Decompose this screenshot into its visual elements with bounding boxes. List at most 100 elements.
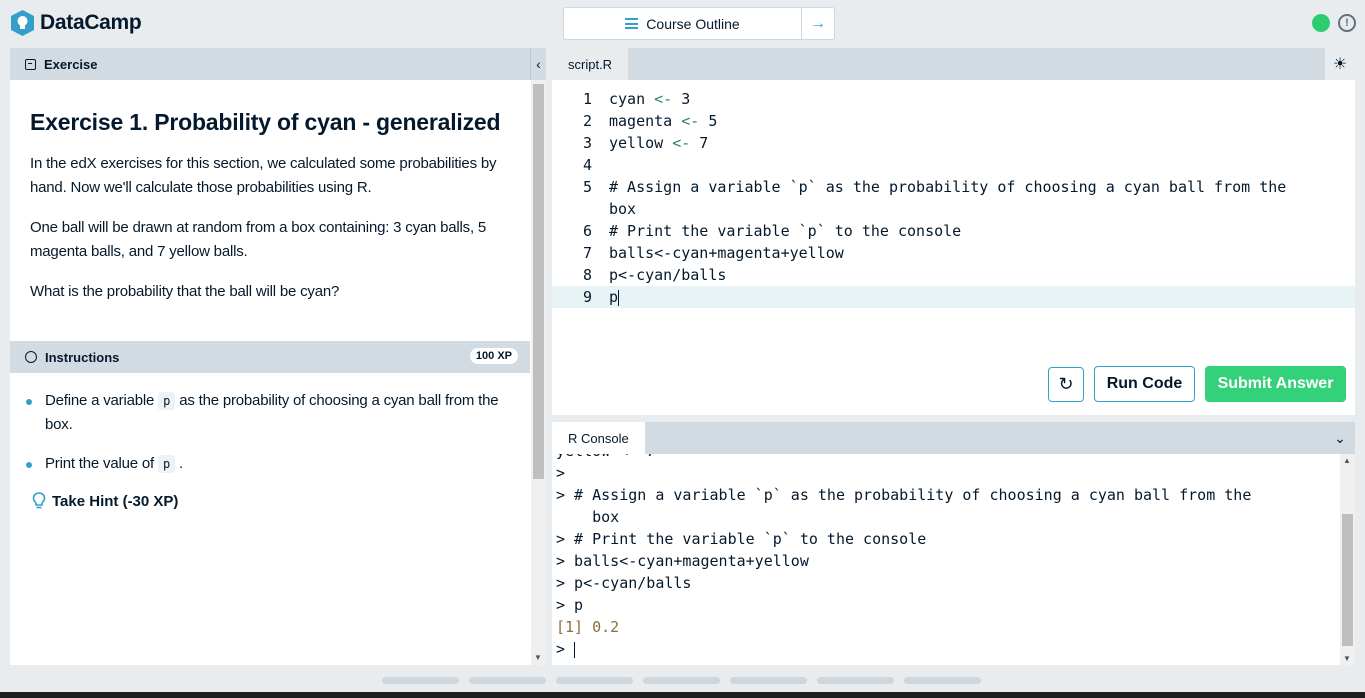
- code-operator: <-: [672, 134, 691, 152]
- code-comment-wrap: box: [609, 200, 637, 218]
- console-output[interactable]: yellow <- 7 > > # Assign a variable `p` …: [552, 454, 1340, 665]
- exercise-paragraph-2: One ball will be drawn at random from a …: [30, 219, 487, 260]
- code-operator: <-: [681, 112, 700, 130]
- exercise-header: Exercise: [10, 48, 530, 80]
- reset-code-button[interactable]: ↻: [1048, 367, 1084, 402]
- editor-tab-bar: script.R ☀: [552, 48, 1355, 80]
- code-line: 3 yellow <- 7: [552, 132, 1355, 154]
- instructions-header-label: Instructions: [45, 349, 120, 365]
- code-editor-panel: script.R ☀ 1 cyan <- 3 2 magenta <- 5 3 …: [552, 48, 1355, 415]
- line-number: 2: [582, 112, 592, 130]
- window-bottom-edge: [0, 692, 1365, 698]
- code-text: yellow: [609, 134, 673, 152]
- line-number: 8: [582, 266, 592, 284]
- line-number: 9: [582, 288, 592, 306]
- progress-segment[interactable]: [469, 677, 546, 684]
- code-line-wrap: box: [552, 198, 1355, 220]
- tab-script-r[interactable]: script.R: [552, 48, 629, 80]
- chevron-left-icon: ‹: [536, 56, 541, 72]
- code-line: 1 cyan <- 3: [552, 88, 1355, 110]
- code-line: 8 p<-cyan/balls: [552, 264, 1355, 286]
- connection-status-indicator: [1312, 14, 1330, 32]
- progress-segment[interactable]: [730, 677, 807, 684]
- take-hint-label: Take Hint (-30 XP): [52, 492, 179, 510]
- code-line: 7 balls<-cyan+magenta+yellow: [552, 242, 1355, 264]
- console-line: >: [556, 464, 566, 482]
- instruction-item-2: Print the value of p.: [26, 452, 526, 476]
- console-line: > p: [556, 596, 584, 614]
- line-number: 1: [582, 90, 592, 108]
- code-line: 2 magenta <- 5: [552, 110, 1355, 132]
- scrollbar-thumb[interactable]: [1342, 514, 1353, 646]
- instruction-item-1: Define a variable p as the probability of …: [26, 389, 526, 437]
- code-comment: # Print the variable `p` to the console: [609, 222, 962, 240]
- lightbulb-icon: [32, 492, 46, 509]
- inline-code: p: [157, 455, 175, 473]
- reset-icon: ↻: [1058, 374, 1074, 394]
- collapse-console-button[interactable]: ⌄: [1325, 422, 1355, 454]
- line-number: 7: [582, 244, 592, 262]
- inline-code: p: [158, 392, 176, 410]
- progress-segment[interactable]: [556, 677, 633, 684]
- console-line: box: [556, 508, 620, 526]
- code-text: p: [609, 288, 619, 306]
- submit-answer-button[interactable]: Submit Answer: [1205, 366, 1346, 402]
- console-prompt[interactable]: >: [556, 638, 576, 660]
- sun-icon: ☀: [1332, 56, 1348, 73]
- instructions-header: Instructions 100 XP: [10, 341, 530, 373]
- scroll-down-icon[interactable]: ▼: [1343, 654, 1351, 663]
- instruction-text: Print the value of: [45, 455, 154, 472]
- exercise-scrollbar[interactable]: ▼: [531, 80, 546, 665]
- scrollbar-thumb[interactable]: [533, 84, 544, 479]
- collapse-panel-button[interactable]: ‹: [530, 48, 546, 80]
- code-comment: # Assign a variable `p` as the probabili…: [609, 178, 1287, 196]
- text-cursor: [574, 641, 576, 658]
- course-outline-button[interactable]: Course Outline: [564, 8, 802, 39]
- alert-icon[interactable]: !: [1338, 14, 1356, 32]
- arrow-right-icon: →: [810, 14, 826, 32]
- progress-segment[interactable]: [643, 677, 720, 684]
- console-line: > # Assign a variable `p` as the probabi…: [556, 486, 1252, 504]
- scroll-down-icon[interactable]: ▼: [534, 653, 542, 662]
- code-text: magenta: [609, 112, 682, 130]
- run-code-button[interactable]: Run Code: [1094, 366, 1195, 402]
- code-line: 5 # Assign a variable `p` as the probabi…: [552, 176, 1355, 198]
- progress-segment[interactable]: [382, 677, 459, 684]
- line-number: 4: [582, 156, 592, 174]
- r-console-panel: R Console ⌄ yellow <- 7 > > # Assign a v…: [552, 422, 1355, 665]
- next-arrow-button[interactable]: →: [802, 8, 834, 39]
- course-outline-label: Course Outline: [646, 15, 740, 32]
- theme-toggle-button[interactable]: ☀: [1325, 48, 1355, 80]
- datacamp-logo[interactable]: DataCamp: [9, 9, 142, 37]
- console-line: > p<-cyan/balls: [556, 574, 692, 592]
- exercise-panel: Exercise ‹ Exercise 1. Probability of cy…: [10, 48, 546, 665]
- console-scrollbar[interactable]: ▲ ▼: [1340, 454, 1355, 665]
- progress-segment[interactable]: [817, 677, 894, 684]
- tab-r-console[interactable]: R Console: [552, 422, 645, 454]
- progress-segment[interactable]: [904, 677, 981, 684]
- text-cursor: [618, 289, 620, 306]
- code-text: balls<-cyan+magenta+yellow: [609, 244, 844, 262]
- take-hint-button[interactable]: Take Hint (-30 XP): [32, 492, 178, 510]
- xp-badge: 100 XP: [469, 348, 518, 364]
- line-number: 3: [582, 134, 592, 152]
- check-circle-icon: [25, 351, 37, 363]
- code-text: 7: [690, 134, 709, 152]
- exercise-title: Exercise 1. Probability of cyan - genera…: [30, 109, 501, 135]
- console-line: > balls<-cyan+magenta+yellow: [556, 552, 809, 570]
- line-number: 6: [582, 222, 592, 240]
- scroll-up-icon[interactable]: ▲: [1343, 456, 1351, 465]
- instruction-text: Define a variable: [45, 392, 155, 409]
- exercise-paragraph-3: What is the probability that the ball wi…: [30, 283, 340, 300]
- exercise-header-label: Exercise: [44, 56, 98, 72]
- code-text: cyan: [609, 90, 655, 108]
- code-area[interactable]: 1 cyan <- 3 2 magenta <- 5 3 yellow <- 7…: [552, 88, 1355, 308]
- course-outline-bar: Course Outline →: [563, 7, 835, 40]
- chevron-down-icon: ⌄: [1334, 429, 1346, 446]
- menu-icon: [625, 18, 639, 29]
- document-icon: [25, 58, 36, 70]
- code-text: 3: [672, 90, 691, 108]
- line-number: 5: [582, 178, 592, 196]
- console-line: yellow <- 7: [556, 454, 655, 462]
- prompt-symbol: >: [556, 640, 575, 658]
